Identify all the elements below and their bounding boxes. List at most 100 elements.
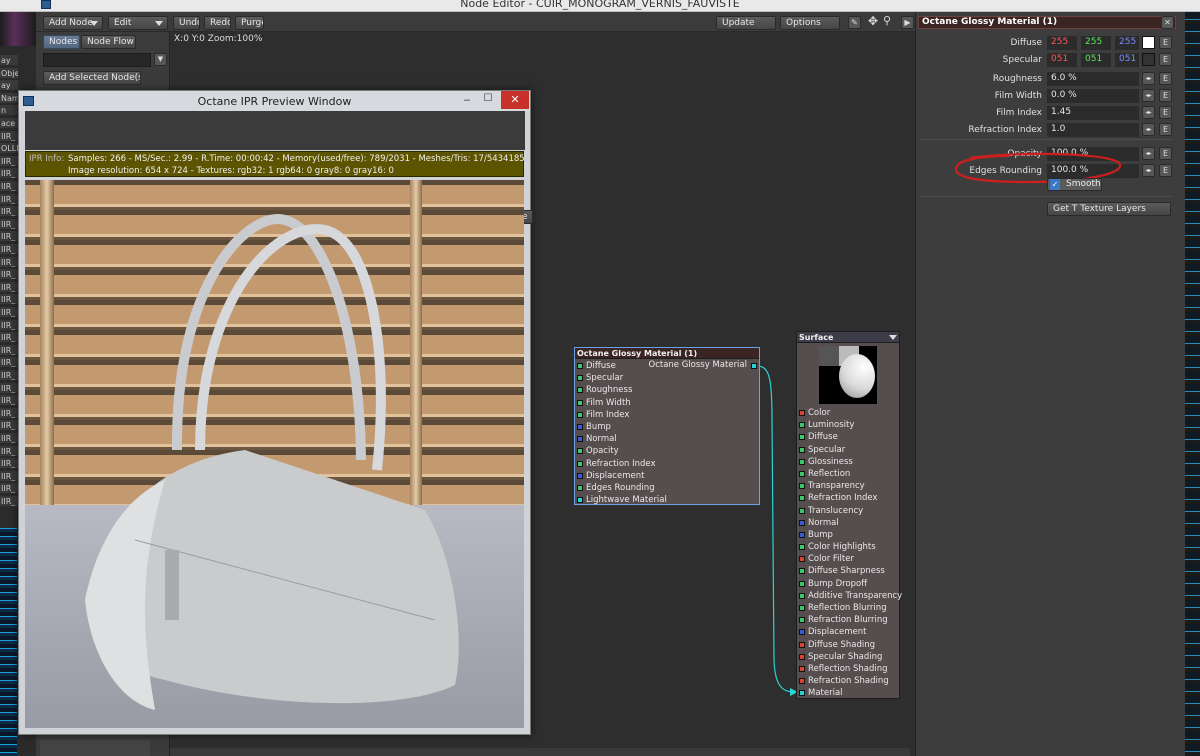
port-connector-icon[interactable] — [799, 629, 805, 636]
port-connector-icon[interactable] — [577, 484, 583, 491]
surface-collapse-icon[interactable] — [889, 335, 897, 340]
glossy-output-port[interactable] — [751, 363, 757, 369]
edges-envelope-button[interactable]: E — [1159, 164, 1172, 177]
node-input-port[interactable]: Bump Dropoff — [797, 578, 901, 590]
node-input-port[interactable]: Color — [797, 407, 901, 419]
node-input-port[interactable]: Diffuse — [797, 431, 901, 443]
port-connector-icon[interactable] — [799, 653, 805, 660]
roughness-envelope-button[interactable]: E — [1159, 72, 1172, 85]
node-input-port[interactable]: Bump — [797, 529, 901, 541]
drag-arrows-icon[interactable]: ◂▸ — [1142, 147, 1155, 160]
specular-b-field[interactable]: 051 — [1115, 53, 1139, 67]
node-input-port[interactable]: Opacity — [575, 445, 759, 457]
port-connector-icon[interactable] — [577, 448, 583, 455]
ipr-close-icon[interactable]: ✕ — [501, 91, 529, 109]
port-connector-icon[interactable] — [577, 423, 583, 430]
port-connector-icon[interactable] — [799, 605, 805, 611]
diffuse-b-field[interactable]: 255 — [1115, 36, 1139, 50]
node-input-port[interactable]: Normal — [797, 517, 901, 529]
diffuse-g-field[interactable]: 255 — [1081, 36, 1111, 50]
film-index-field[interactable]: 1.45 — [1047, 106, 1139, 120]
node-input-port[interactable]: Transparency — [797, 480, 901, 492]
port-connector-icon[interactable] — [799, 507, 805, 514]
node-input-port[interactable]: Additive Transparency — [797, 590, 902, 602]
diffuse-color-swatch[interactable] — [1142, 36, 1155, 49]
node-input-port[interactable]: Displacement — [797, 626, 901, 638]
port-connector-icon[interactable] — [799, 458, 805, 465]
port-connector-icon[interactable] — [577, 399, 583, 406]
node-input-port[interactable]: Diffuse Shading — [797, 639, 901, 651]
glossy-material-node[interactable]: Octane Glossy Material (1) Diffuse Specul… — [574, 347, 760, 505]
port-connector-icon[interactable] — [577, 411, 583, 418]
node-input-port[interactable]: Material — [797, 687, 901, 699]
port-connector-icon[interactable] — [799, 531, 805, 538]
node-input-port[interactable]: Displacement — [575, 470, 759, 482]
specular-r-field[interactable]: 051 — [1047, 53, 1077, 67]
port-connector-icon[interactable] — [799, 592, 805, 599]
port-connector-icon[interactable] — [799, 678, 805, 685]
specular-envelope-button[interactable]: E — [1159, 53, 1172, 66]
node-input-port[interactable]: Specular Shading — [797, 651, 901, 663]
port-connector-icon[interactable] — [799, 519, 805, 526]
drag-arrows-icon[interactable]: ◂▸ — [1142, 106, 1155, 119]
port-connector-icon[interactable] — [799, 483, 805, 490]
surface-node[interactable]: Surface Color Luminosity Diffuse Specular Gl… — [796, 331, 902, 699]
opacity-envelope-button[interactable]: E — [1159, 147, 1172, 160]
port-connector-icon[interactable] — [799, 665, 805, 672]
port-connector-icon[interactable] — [577, 363, 583, 369]
film-width-field[interactable]: 0.0 % — [1047, 89, 1139, 103]
specular-color-swatch[interactable] — [1142, 53, 1155, 66]
port-connector-icon[interactable] — [577, 387, 583, 394]
node-input-port[interactable]: Specular — [575, 372, 759, 384]
port-connector-icon[interactable] — [577, 375, 583, 382]
port-connector-icon[interactable] — [577, 472, 583, 479]
port-connector-icon[interactable] — [799, 470, 805, 477]
refraction-field[interactable]: 1.0 — [1047, 123, 1139, 137]
film-index-envelope-button[interactable]: E — [1159, 106, 1172, 119]
port-connector-icon[interactable] — [799, 410, 805, 416]
node-input-port[interactable]: Film Index — [575, 409, 759, 421]
smooth-checkbox[interactable]: ✓ Smooth — [1047, 178, 1102, 191]
port-connector-icon[interactable] — [577, 460, 583, 467]
port-connector-icon[interactable] — [799, 568, 805, 575]
node-input-port[interactable]: Refraction Index — [797, 492, 901, 504]
port-connector-icon[interactable] — [799, 434, 805, 441]
node-input-port[interactable]: Color Highlights — [797, 541, 901, 553]
node-input-port[interactable]: Reflection Shading — [797, 663, 901, 675]
port-connector-icon[interactable] — [799, 422, 805, 429]
roughness-field[interactable]: 6.0 % — [1047, 72, 1139, 86]
port-connector-icon[interactable] — [799, 641, 805, 648]
node-input-port[interactable]: Reflection Blurring — [797, 602, 901, 614]
ipr-maximize-icon[interactable]: ☐ — [480, 93, 496, 107]
node-input-port[interactable]: Refraction Shading — [797, 675, 901, 687]
node-input-port[interactable]: Specular — [797, 444, 901, 456]
node-input-port[interactable]: Diffuse Sharpness — [797, 565, 901, 577]
get-texture-layers-button[interactable]: Get T Texture Layers — [1047, 202, 1171, 216]
port-connector-icon[interactable] — [799, 556, 805, 563]
ipr-minimize-icon[interactable]: ‒ — [459, 93, 475, 107]
node-input-port[interactable]: Refraction Index — [575, 458, 759, 470]
port-connector-icon[interactable] — [577, 436, 583, 443]
node-input-port[interactable]: Reflection — [797, 468, 901, 480]
drag-arrows-icon[interactable]: ◂▸ — [1142, 89, 1155, 102]
node-input-port[interactable]: Glossiness — [797, 456, 901, 468]
ipr-render-image[interactable] — [25, 180, 524, 728]
node-input-port[interactable]: Edges Rounding — [575, 482, 759, 494]
specular-g-field[interactable]: 051 — [1081, 53, 1111, 67]
port-connector-icon[interactable] — [799, 690, 805, 697]
drag-arrows-icon[interactable]: ◂▸ — [1142, 123, 1155, 136]
port-connector-icon[interactable] — [799, 617, 805, 624]
port-connector-icon[interactable] — [799, 580, 805, 587]
node-input-port[interactable]: Roughness — [575, 384, 759, 396]
port-connector-icon[interactable] — [799, 495, 805, 502]
drag-arrows-icon[interactable]: ◂▸ — [1142, 164, 1155, 177]
node-input-port[interactable]: Color Filter — [797, 553, 901, 565]
port-connector-icon[interactable] — [799, 446, 805, 453]
film-width-envelope-button[interactable]: E — [1159, 89, 1172, 102]
node-input-port[interactable]: Refraction Blurring — [797, 614, 901, 626]
port-connector-icon[interactable] — [577, 497, 583, 504]
properties-close-icon[interactable]: ✕ — [1161, 16, 1174, 29]
node-input-port[interactable]: Lightwave Material — [575, 494, 759, 506]
node-input-port[interactable]: Normal — [575, 433, 759, 445]
diffuse-envelope-button[interactable]: E — [1159, 36, 1172, 49]
